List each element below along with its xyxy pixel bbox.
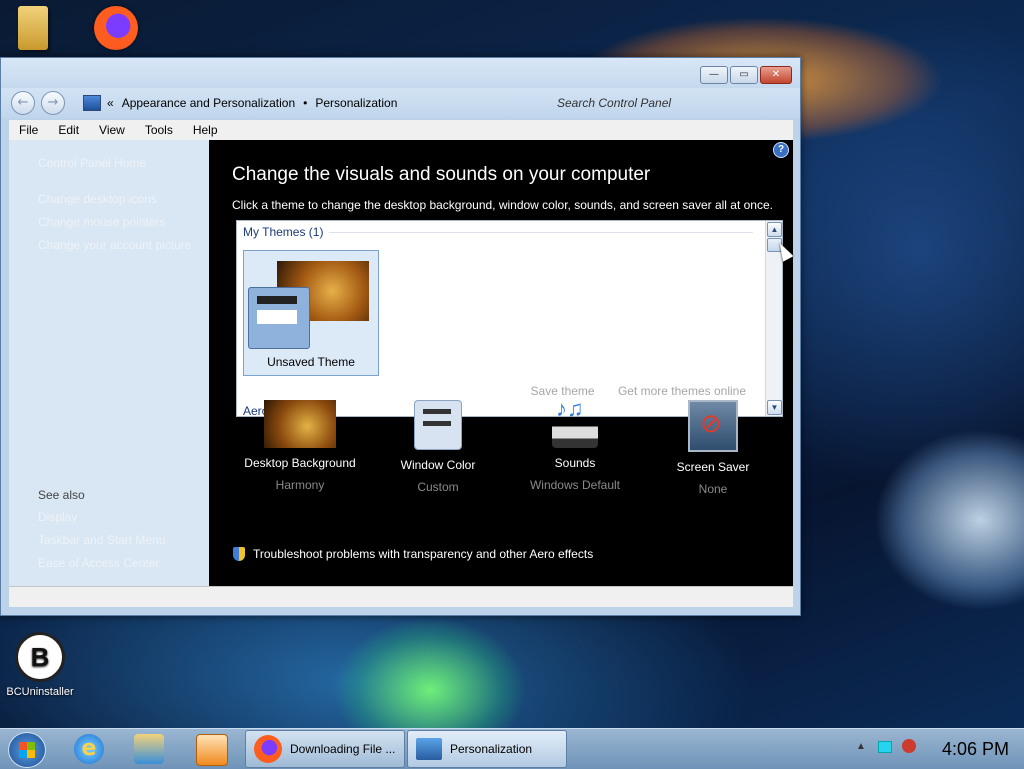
option-label: Desktop Background [244, 456, 356, 470]
firefox-icon [254, 735, 282, 763]
minimize-button[interactable]: — [700, 66, 728, 84]
change-mouse-pointers-link[interactable]: Change mouse pointers [38, 215, 165, 229]
taskbar-item-firefox[interactable]: Downloading File ... [245, 730, 405, 768]
control-panel-home-link[interactable]: Control Panel Home [38, 156, 146, 170]
theme-tile-unsaved[interactable]: Unsaved Theme [243, 250, 379, 376]
menu-help[interactable]: Help [183, 123, 228, 137]
navigation-bar: ← → « Appearance and Personalization • P… [1, 88, 800, 118]
main-content: ? Change the visuals and sounds on your … [209, 140, 793, 586]
volume-icon[interactable] [902, 739, 916, 753]
menu-file[interactable]: File [9, 123, 48, 137]
desktop-background-icon [264, 400, 336, 448]
forward-button[interactable]: → [41, 91, 65, 115]
change-desktop-icons-link[interactable]: Change desktop icons [38, 192, 157, 206]
taskbar: e Downloading File ... Personalization ▲… [0, 728, 1024, 769]
status-bar [9, 586, 793, 607]
bcuninstaller-label: BCUninstaller [6, 686, 74, 698]
firefox-desktop-icon[interactable] [94, 6, 138, 50]
option-value: Windows Default [529, 478, 621, 492]
sounds-option[interactable]: Sounds Windows Default [505, 396, 645, 492]
menu-view[interactable]: View [89, 123, 135, 137]
address-bar[interactable]: « Appearance and Personalization • Perso… [83, 92, 535, 114]
taskbar-item-personalization[interactable]: Personalization [407, 730, 567, 768]
uac-shield-icon [233, 547, 245, 561]
menu-bar: File Edit View Tools Help [9, 120, 793, 140]
search-input[interactable]: Search Control Panel [541, 92, 791, 114]
option-label: Window Color [400, 458, 476, 472]
themes-list: My Themes (1) Unsaved Theme Save theme G… [236, 220, 783, 417]
page-description: Click a theme to change the desktop back… [232, 198, 773, 212]
screen-saver-option[interactable]: Screen Saver None [643, 400, 783, 496]
breadcrumb-appearance[interactable]: Appearance and Personalization [122, 96, 295, 110]
internet-explorer-icon[interactable]: e [74, 734, 104, 764]
option-value: None [698, 482, 728, 496]
window-color-option[interactable]: Window Color Custom [368, 400, 508, 494]
change-account-picture-link[interactable]: Change your account picture [38, 238, 191, 252]
see-also-heading: See also [38, 488, 85, 502]
breadcrumb-personalization[interactable]: Personalization [315, 96, 397, 110]
breadcrumb-separator-icon: • [303, 96, 308, 110]
bcuninstaller-desktop-icon[interactable]: B BCUninstaller [4, 632, 76, 698]
screen-saver-icon [688, 400, 738, 452]
option-value: Custom [417, 480, 459, 494]
personalization-window: — ▭ ✕ ← → « Appearance and Personalizati… [0, 57, 801, 616]
option-label: Sounds [554, 456, 596, 470]
file-explorer-icon[interactable] [134, 734, 164, 764]
menu-edit[interactable]: Edit [48, 123, 89, 137]
troubleshoot-label: Troubleshoot problems with transparency … [253, 547, 594, 561]
breadcrumb-chevron-icon: « [107, 96, 114, 110]
title-bar[interactable] [1, 58, 800, 88]
window-color-icon [414, 400, 462, 450]
clock[interactable]: 4:06 PM [942, 739, 1009, 760]
my-themes-header: My Themes (1) [243, 225, 324, 239]
media-player-icon[interactable] [196, 734, 228, 766]
back-button[interactable]: ← [11, 91, 35, 115]
help-icon[interactable]: ? [773, 142, 789, 158]
maximize-button[interactable]: ▭ [730, 66, 758, 84]
sounds-icon [552, 396, 598, 448]
start-button[interactable] [8, 732, 46, 768]
show-hidden-icons-icon[interactable]: ▲ [856, 741, 866, 752]
get-more-themes-link[interactable]: Get more themes online [618, 384, 746, 398]
option-label: Screen Saver [676, 460, 750, 474]
theme-window-color-thumbnail [248, 287, 310, 349]
network-icon[interactable] [878, 741, 892, 753]
scroll-up-button[interactable]: ▲ [767, 222, 782, 237]
troubleshoot-link[interactable]: Troubleshoot problems with transparency … [233, 547, 593, 561]
section-divider [329, 232, 753, 233]
theme-links: Save theme Get more themes online [511, 384, 746, 398]
taskbar-start-menu-link[interactable]: Taskbar and Start Menu [38, 533, 165, 547]
desktop-background-option[interactable]: Desktop Background Harmony [230, 400, 370, 492]
theme-name: Unsaved Theme [267, 355, 355, 369]
taskbar-item-label: Personalization [450, 742, 533, 756]
menu-tools[interactable]: Tools [135, 123, 183, 137]
page-title: Change the visuals and sounds on your co… [232, 164, 651, 185]
personalization-icon [416, 738, 442, 760]
taskbar-item-label: Downloading File ... [290, 742, 396, 756]
display-link[interactable]: Display [38, 510, 77, 524]
ease-of-access-link[interactable]: Ease of Access Center [38, 556, 159, 570]
close-button[interactable]: ✕ [760, 66, 792, 84]
control-panel-icon [83, 95, 101, 111]
option-value: Harmony [275, 478, 325, 492]
left-pane: Control Panel Home Change desktop icons … [9, 140, 209, 586]
window-controls: — ▭ ✕ [698, 66, 792, 84]
system-tray: ▲ 4:06 PM [824, 729, 1024, 769]
bcuninstaller-icon: B [15, 632, 65, 682]
user-folder-icon[interactable] [18, 6, 48, 50]
